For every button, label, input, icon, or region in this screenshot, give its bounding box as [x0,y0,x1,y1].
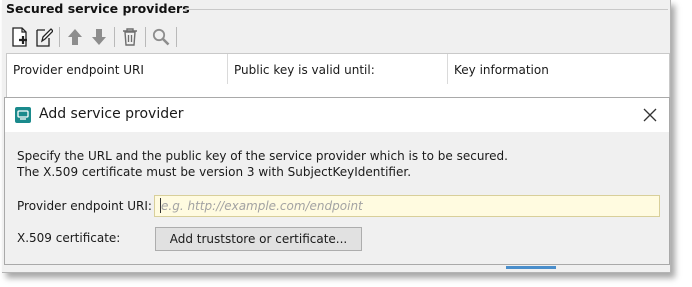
column-header-valid-until[interactable]: Public key is valid until: [228,54,448,84]
close-button[interactable] [641,106,659,124]
search-icon [152,28,170,46]
text-caret [160,198,161,213]
move-down-icon [92,29,106,45]
underlying-element-fragment [506,266,556,269]
search-button[interactable] [149,25,173,49]
group-title: Secured service providers [6,1,194,16]
move-up-button[interactable] [63,25,87,49]
delete-icon [123,28,137,46]
dialog-title: Add service provider [39,106,184,122]
dialog-titlebar: Add service provider [5,98,669,132]
toolbar-separator [145,27,146,47]
description-line: The X.509 certificate must be version 3 … [17,165,412,179]
column-header-key-info[interactable]: Key information [448,54,669,84]
move-down-button[interactable] [87,25,111,49]
endpoint-uri-input[interactable] [154,195,660,217]
add-service-provider-dialog: Add service provider Specify the URL and… [4,97,670,265]
add-button[interactable] [8,25,32,49]
edit-icon [36,28,53,47]
providers-table: Provider endpoint URI Public key is vali… [6,53,670,101]
add-truststore-button[interactable]: Add truststore or certificate... [155,227,362,251]
toolbar-separator [114,27,115,47]
description-line: Specify the URL and the public key of th… [17,149,508,163]
close-icon [643,108,657,122]
toolbar [8,24,180,50]
app-icon [15,107,31,123]
dialog-description: Specify the URL and the public key of th… [17,148,508,180]
add-icon [12,27,27,47]
toolbar-separator [176,27,177,47]
column-header-endpoint[interactable]: Provider endpoint URI [7,54,228,84]
delete-button[interactable] [118,25,142,49]
group-divider [182,9,668,10]
edit-button[interactable] [32,25,56,49]
certificate-label: X.509 certificate: [17,231,121,245]
toolbar-separator [59,27,60,47]
endpoint-label: Provider endpoint URI: [17,199,152,213]
move-up-icon [68,29,82,45]
